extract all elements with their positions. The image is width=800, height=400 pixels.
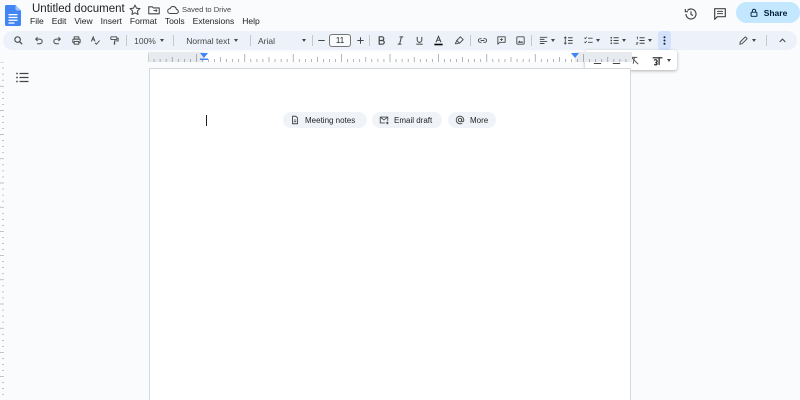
chevron-down-icon xyxy=(621,39,626,42)
search-menus-button[interactable] xyxy=(10,31,26,50)
line-spacing-icon xyxy=(563,36,573,45)
plus-icon xyxy=(356,37,364,44)
font-size-input[interactable]: 11 xyxy=(329,34,351,47)
share-label: Share xyxy=(763,7,788,18)
chevron-down-icon xyxy=(595,39,600,42)
left-indent-marker[interactable] xyxy=(200,53,208,60)
menu-insert[interactable]: Insert xyxy=(97,15,126,27)
save-status: Saved to Drive xyxy=(182,5,232,14)
italic-icon xyxy=(397,36,403,45)
meeting-notes-label: Meeting notes xyxy=(305,115,356,125)
text-color-button[interactable] xyxy=(430,31,446,50)
line-spacing-button[interactable] xyxy=(560,31,576,50)
toolbar: 100% Normal text Arial 11 xyxy=(3,31,797,50)
chevron-down-icon xyxy=(302,39,306,42)
insert-link-button[interactable] xyxy=(474,31,490,50)
spellcheck-icon xyxy=(90,35,100,45)
share-button[interactable]: Share xyxy=(736,2,800,23)
paragraph-style-value: Normal text xyxy=(186,35,230,46)
menu-extensions[interactable]: Extensions xyxy=(189,15,239,27)
chevron-up-icon xyxy=(778,38,786,43)
italic-button[interactable] xyxy=(392,31,408,50)
hide-menus-button[interactable] xyxy=(774,31,790,50)
highlighter-icon xyxy=(454,36,464,45)
decrease-font-size-button[interactable] xyxy=(315,31,327,50)
increase-font-size-button[interactable] xyxy=(354,31,366,50)
menu-view[interactable]: View xyxy=(70,15,96,27)
align-left-icon xyxy=(539,36,547,44)
search-icon xyxy=(13,36,23,45)
zoom-select[interactable]: 100% xyxy=(129,31,169,50)
document-title[interactable]: Untitled document xyxy=(30,2,127,16)
pencil-icon xyxy=(739,36,748,45)
zoom-value: 100% xyxy=(134,35,156,46)
chevron-down-icon xyxy=(752,39,756,42)
input-tools-select[interactable] xyxy=(648,50,674,70)
numbered-list-icon xyxy=(634,36,645,45)
undo-icon xyxy=(34,36,43,45)
chevron-down-icon xyxy=(550,39,555,42)
menu-format[interactable]: Format xyxy=(126,15,161,27)
print-button[interactable] xyxy=(68,31,84,50)
email-draft-chip[interactable]: Email draft xyxy=(372,112,442,128)
chevron-down-icon xyxy=(667,58,671,62)
align-select[interactable] xyxy=(535,31,557,50)
checklist-icon xyxy=(583,36,593,44)
minus-icon xyxy=(317,39,325,42)
chevron-down-icon xyxy=(647,39,652,42)
meeting-notes-chip[interactable]: Meeting notes xyxy=(283,112,367,128)
menu-tools[interactable]: Tools xyxy=(161,15,189,27)
chevron-down-icon xyxy=(159,39,164,42)
more-vert-icon xyxy=(663,36,666,45)
redo-button[interactable] xyxy=(49,31,65,50)
menu-help[interactable]: Help xyxy=(238,15,263,27)
lock-icon xyxy=(750,8,758,17)
menu-file[interactable]: File xyxy=(26,15,48,27)
vertical-ruler[interactable] xyxy=(0,62,4,400)
email-draft-icon xyxy=(379,116,389,125)
document-outline-icon[interactable] xyxy=(16,72,29,83)
bulleted-list-select[interactable] xyxy=(606,31,628,50)
checklist-select[interactable] xyxy=(580,31,602,50)
text-color-icon xyxy=(433,35,443,46)
print-icon xyxy=(71,36,81,45)
paint-format-icon xyxy=(109,36,119,45)
comments-icon[interactable] xyxy=(712,6,728,22)
bulleted-list-icon xyxy=(609,36,619,45)
undo-button[interactable] xyxy=(30,31,46,50)
ruler-ticks xyxy=(148,54,627,62)
insert-comment-button[interactable] xyxy=(493,31,509,50)
editing-mode-select[interactable] xyxy=(734,31,760,50)
version-history-icon[interactable] xyxy=(683,6,699,22)
chevron-down-icon xyxy=(233,39,238,42)
link-icon xyxy=(477,38,487,43)
underline-button[interactable] xyxy=(411,31,427,50)
font-family-select[interactable]: Arial xyxy=(255,31,309,50)
menu-bar: File Edit View Insert Format Tools Exten… xyxy=(26,15,264,27)
text-cursor xyxy=(206,115,207,126)
paragraph-style-select[interactable]: Normal text xyxy=(178,31,246,50)
right-indent-marker[interactable] xyxy=(571,53,579,59)
more-chips-chip[interactable]: More xyxy=(448,112,496,128)
highlight-color-button[interactable] xyxy=(451,31,467,50)
document-icon xyxy=(292,115,298,125)
input-tools-icon xyxy=(652,56,663,66)
underline-icon xyxy=(415,36,423,45)
more-chips-label: More xyxy=(470,115,489,125)
insert-image-button[interactable] xyxy=(512,31,528,50)
spelling-check-button[interactable] xyxy=(87,31,103,50)
paint-format-button[interactable] xyxy=(106,31,122,50)
bold-button[interactable] xyxy=(373,31,389,50)
redo-icon xyxy=(52,36,61,45)
at-sign-icon xyxy=(455,115,465,125)
email-draft-label: Email draft xyxy=(394,115,433,125)
image-icon xyxy=(515,36,525,45)
numbered-list-select[interactable] xyxy=(632,31,654,50)
add-comment-icon xyxy=(496,36,506,45)
bold-icon xyxy=(378,36,385,45)
docs-logo-icon[interactable] xyxy=(5,5,21,26)
font-family-value: Arial xyxy=(258,35,276,46)
more-options-button[interactable] xyxy=(658,31,671,50)
menu-edit[interactable]: Edit xyxy=(48,15,71,27)
